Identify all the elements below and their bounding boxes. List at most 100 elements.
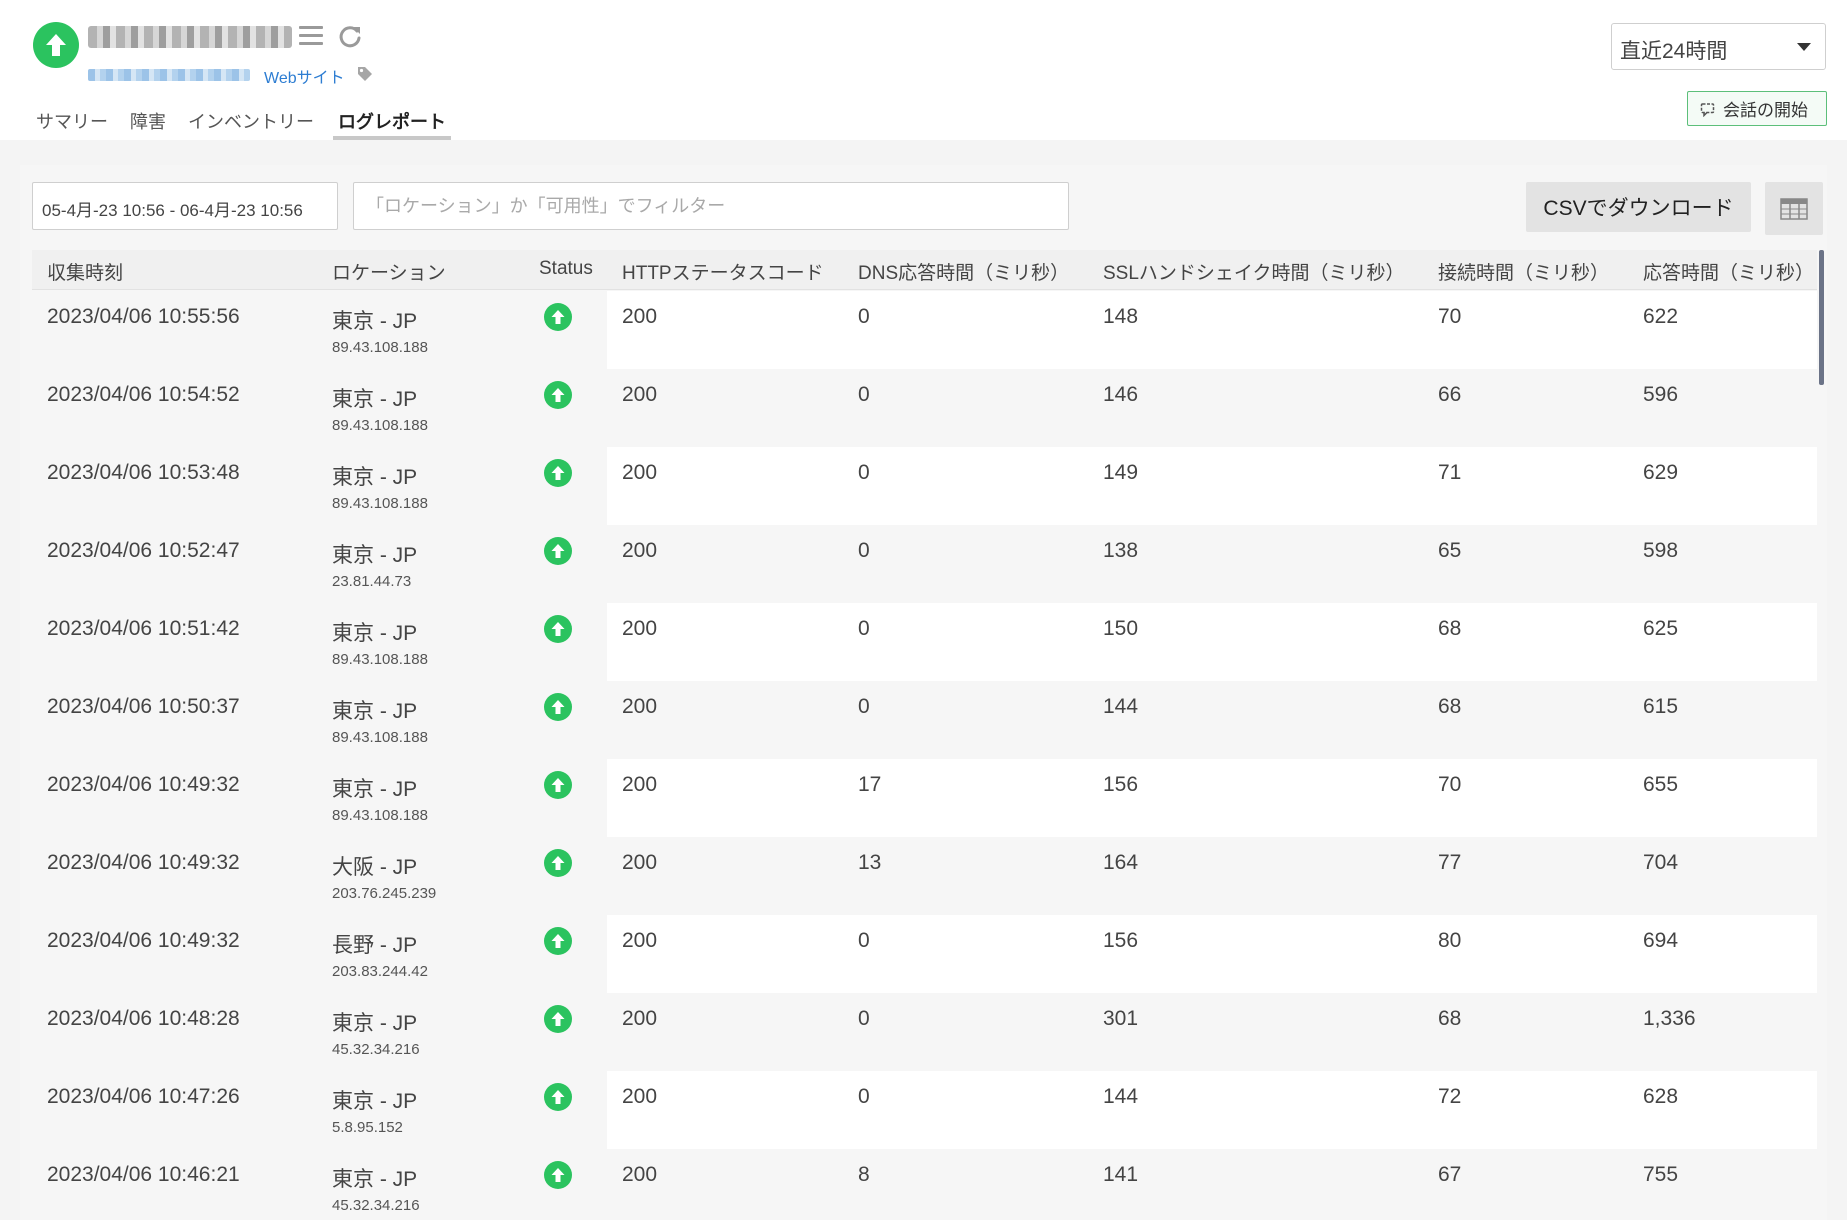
column-header-connect-time[interactable]: 接続時間（ミリ秒） [1438,250,1609,290]
time-range-select[interactable]: 直近24時間 [1611,23,1826,70]
cell-dns-time: 0 [858,305,870,328]
column-header-response-time[interactable]: 応答時間（ミリ秒） [1643,250,1814,290]
table-header: 収集時刻 ロケーション Status HTTPステータスコード DNS応答時間（… [32,250,1817,290]
cell-dns-time: 0 [858,383,870,406]
cell-location: 東京 - JP [332,310,418,333]
cell-location: 東京 - JP [332,1012,418,1035]
menu-icon[interactable] [299,26,323,46]
chevron-down-icon [1797,43,1811,51]
start-chat-label: 会話の開始 [1723,101,1808,120]
cell-time: 2023/04/06 10:53:48 [47,461,240,484]
column-header-location[interactable]: ロケーション [332,250,446,290]
column-header-time[interactable]: 収集時刻 [47,250,123,290]
monitor-type-link[interactable]: Webサイト [264,64,345,88]
up-arrow-icon [544,849,572,877]
cell-dns-time: 13 [858,851,882,874]
cell-response-time: 655 [1643,773,1679,796]
up-arrow-icon [544,1083,572,1111]
table-row[interactable]: 2023/04/06 10:52:47 東京 - JP 200 0 138 65 598 23… [32,525,1817,603]
cell-time: 2023/04/06 10:52:47 [47,539,240,562]
table-row[interactable]: 2023/04/06 10:53:48 東京 - JP 200 0 149 71 629 89… [32,447,1817,525]
refresh-icon[interactable] [336,22,364,50]
cell-response-time: 625 [1643,617,1679,640]
cell-time: 2023/04/06 10:49:32 [47,773,240,796]
filter-input[interactable] [353,182,1069,230]
cell-location: 大阪 - JP [332,856,418,879]
cell-dns-time: 0 [858,929,870,952]
cell-ssl-time: 148 [1103,305,1139,328]
tab-summary[interactable]: サマリー [33,106,111,140]
up-arrow-icon [544,381,572,409]
column-header-ssl-time[interactable]: SSLハンドシェイク時間（ミリ秒） [1103,250,1405,290]
cell-connect-time: 66 [1438,383,1462,406]
monitor-name-redacted [88,26,292,48]
start-chat-button[interactable]: 会話の開始 [1687,91,1827,126]
cell-response-time: 755 [1643,1163,1679,1186]
column-header-dns-time[interactable]: DNS応答時間（ミリ秒） [858,250,1069,290]
cell-ssl-time: 144 [1103,695,1139,718]
tab-outages[interactable]: 障害 [127,106,169,140]
column-settings-button[interactable] [1765,182,1823,235]
cell-ssl-time: 156 [1103,929,1139,952]
cell-connect-time: 72 [1438,1085,1462,1108]
cell-location: 東京 - JP [332,466,418,489]
up-arrow-icon [544,459,572,487]
table-row[interactable]: 2023/04/06 10:51:42 東京 - JP 200 0 150 68 625 89… [32,603,1817,681]
cell-time: 2023/04/06 10:55:56 [47,305,240,328]
table-row[interactable]: 2023/04/06 10:54:52 東京 - JP 200 0 146 66 596 89… [32,369,1817,447]
tab-log-report[interactable]: ログレポート [333,106,451,140]
cell-ip-address: 89.43.108.188 [332,807,428,824]
monitor-up-status-icon [33,22,79,68]
table-row[interactable]: 2023/04/06 10:49:32 長野 - JP 200 0 156 80 694 20… [32,915,1817,993]
row-left-bg [32,525,607,603]
cell-dns-time: 0 [858,617,870,640]
cell-time: 2023/04/06 10:47:26 [47,1085,240,1108]
cell-ip-address: 45.32.34.216 [332,1197,420,1214]
row-left-bg [32,447,607,525]
table-row[interactable]: 2023/04/06 10:49:32 大阪 - JP 200 13 164 77 704 2… [32,837,1817,915]
table-columns-icon [1780,197,1808,220]
table-scrollbar[interactable] [1819,250,1824,385]
cell-ssl-time: 156 [1103,773,1139,796]
up-arrow-icon [544,303,572,331]
cell-ip-address: 5.8.95.152 [332,1119,403,1136]
cell-ssl-time: 150 [1103,617,1139,640]
cell-ip-address: 23.81.44.73 [332,573,412,590]
cell-ssl-time: 149 [1103,461,1139,484]
cell-connect-time: 68 [1438,617,1462,640]
row-right-bg [607,837,1817,915]
cell-response-time: 596 [1643,383,1679,406]
row-left-bg [32,369,607,447]
cell-connect-time: 80 [1438,929,1462,952]
row-left-bg [32,291,607,369]
table-row[interactable]: 2023/04/06 10:47:26 東京 - JP 200 0 144 72 628 5.… [32,1071,1817,1149]
cell-ip-address: 89.43.108.188 [332,417,428,434]
row-right-bg [607,447,1817,525]
cell-location: 東京 - JP [332,778,418,801]
up-arrow-icon [544,927,572,955]
cell-connect-time: 70 [1438,305,1462,328]
tab-inventory[interactable]: インベントリー [185,106,317,140]
column-header-http-code[interactable]: HTTPステータスコード [622,250,824,290]
cell-http-code: 200 [622,851,658,874]
cell-http-code: 200 [622,695,658,718]
cell-location: 東京 - JP [332,1168,418,1191]
cell-ssl-time: 164 [1103,851,1139,874]
table-row[interactable]: 2023/04/06 10:55:56 東京 - JP 200 0 148 70 622 89… [32,291,1817,369]
cell-http-code: 200 [622,1085,658,1108]
cell-connect-time: 71 [1438,461,1462,484]
cell-connect-time: 68 [1438,1007,1462,1030]
tag-icon[interactable] [356,65,374,83]
monitor-header: Webサイト サマリー 障害 インベントリー ログレポート 直近24時間 会話の… [0,0,1847,140]
table-row[interactable]: 2023/04/06 10:48:28 東京 - JP 200 0 301 68 1,336… [32,993,1817,1071]
cell-http-code: 200 [622,1163,658,1186]
date-range-picker[interactable]: 05-4月-23 10:56 - 06-4月-23 10:56 [32,182,338,230]
csv-download-button[interactable]: CSVでダウンロード [1526,182,1751,232]
column-header-status[interactable]: Status [539,250,593,290]
row-left-bg [32,915,607,993]
table-row[interactable]: 2023/04/06 10:46:21 東京 - JP 200 8 141 67 755 45… [32,1149,1817,1220]
cell-ssl-time: 138 [1103,539,1139,562]
table-row[interactable]: 2023/04/06 10:50:37 東京 - JP 200 0 144 68 615 89… [32,681,1817,759]
table-row[interactable]: 2023/04/06 10:49:32 東京 - JP 200 17 156 70 655 8… [32,759,1817,837]
row-left-bg [32,681,607,759]
